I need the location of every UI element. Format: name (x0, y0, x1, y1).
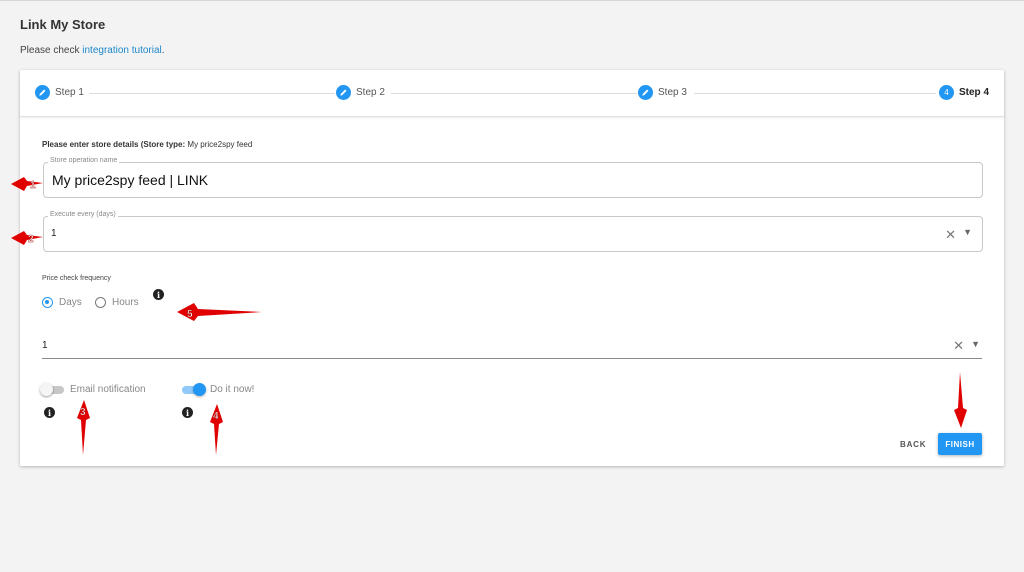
store-details-label: Please enter store details (Store type: … (42, 140, 252, 149)
pencil-icon (638, 85, 653, 100)
pencil-icon (336, 85, 351, 100)
price-check-value-select[interactable]: 1 ✕ ▼ (42, 334, 982, 359)
tutorial-text: Please check integration tutorial. (20, 45, 165, 56)
email-notification-toggle[interactable]: Email notification (40, 382, 146, 396)
execute-every-value[interactable]: 1 (51, 228, 57, 239)
toggle-thumb (40, 382, 53, 396)
step-4[interactable]: 4 Step 4 (939, 85, 989, 100)
step-2[interactable]: Step 2 (336, 85, 385, 100)
step-1-label: Step 1 (55, 87, 84, 98)
radio-hours-label: Hours (112, 297, 139, 308)
step-connector (694, 93, 936, 94)
execute-every-select[interactable]: Execute every (days) 1 ✕ ▼ (43, 211, 983, 252)
details-label-text: Please enter store details (Store type: (42, 140, 186, 149)
email-notification-label: Email notification (70, 384, 146, 395)
step-2-label: Step 2 (356, 87, 385, 98)
radio-checked-icon (42, 297, 53, 308)
do-it-now-toggle[interactable]: Do it now! (182, 382, 255, 396)
radio-days[interactable]: Days (42, 297, 82, 308)
radio-days-label: Days (59, 297, 82, 308)
price-check-frequency-label: Price check frequency (42, 275, 111, 282)
info-icon[interactable]: i (153, 289, 164, 300)
chevron-down-icon[interactable]: ▼ (971, 339, 980, 349)
step-4-label: Step 4 (959, 87, 990, 98)
price-check-value[interactable]: 1 (42, 340, 48, 351)
store-type-value: My price2spy feed (187, 140, 253, 149)
finish-button[interactable]: FINISH (938, 433, 982, 455)
step-3[interactable]: Step 3 (638, 85, 687, 100)
integration-tutorial-link[interactable]: integration tutorial (82, 45, 162, 56)
chevron-down-icon[interactable]: ▼ (963, 227, 972, 237)
tutorial-prefix: Please check (20, 45, 83, 56)
tutorial-suffix: . (161, 45, 165, 56)
stepper: Step 1 Step 2 Step 3 4 Step 4 (20, 70, 1004, 117)
back-button[interactable]: BACK (892, 436, 934, 453)
toggle-track (40, 382, 64, 396)
store-operation-name-value[interactable]: My price2spy feed | LINK (52, 172, 208, 188)
step-connector (391, 93, 637, 94)
top-divider (0, 0, 1024, 1)
execute-every-label: Execute every (days) (48, 211, 118, 218)
toggle-track (182, 382, 206, 396)
clear-icon[interactable]: ✕ (953, 338, 964, 354)
step-1[interactable]: Step 1 (35, 85, 84, 100)
radio-unchecked-icon (95, 297, 106, 308)
info-icon[interactable]: i (182, 407, 193, 418)
radio-hours[interactable]: Hours (95, 297, 139, 308)
store-operation-name-label: Store operation name (48, 157, 120, 164)
do-it-now-label: Do it now! (210, 384, 255, 395)
step-3-label: Step 3 (658, 87, 687, 98)
pencil-icon (35, 85, 50, 100)
clear-icon[interactable]: ✕ (945, 227, 956, 243)
info-icon[interactable]: i (44, 407, 55, 418)
step-4-number: 4 (939, 85, 954, 100)
store-operation-name-field[interactable]: Store operation name My price2spy feed |… (43, 157, 983, 198)
page-title: Link My Store (20, 17, 106, 32)
step-connector (89, 93, 335, 94)
link-store-card: Step 1 Step 2 Step 3 4 Step 4 Please ent… (20, 70, 1004, 466)
toggle-thumb (193, 382, 206, 396)
